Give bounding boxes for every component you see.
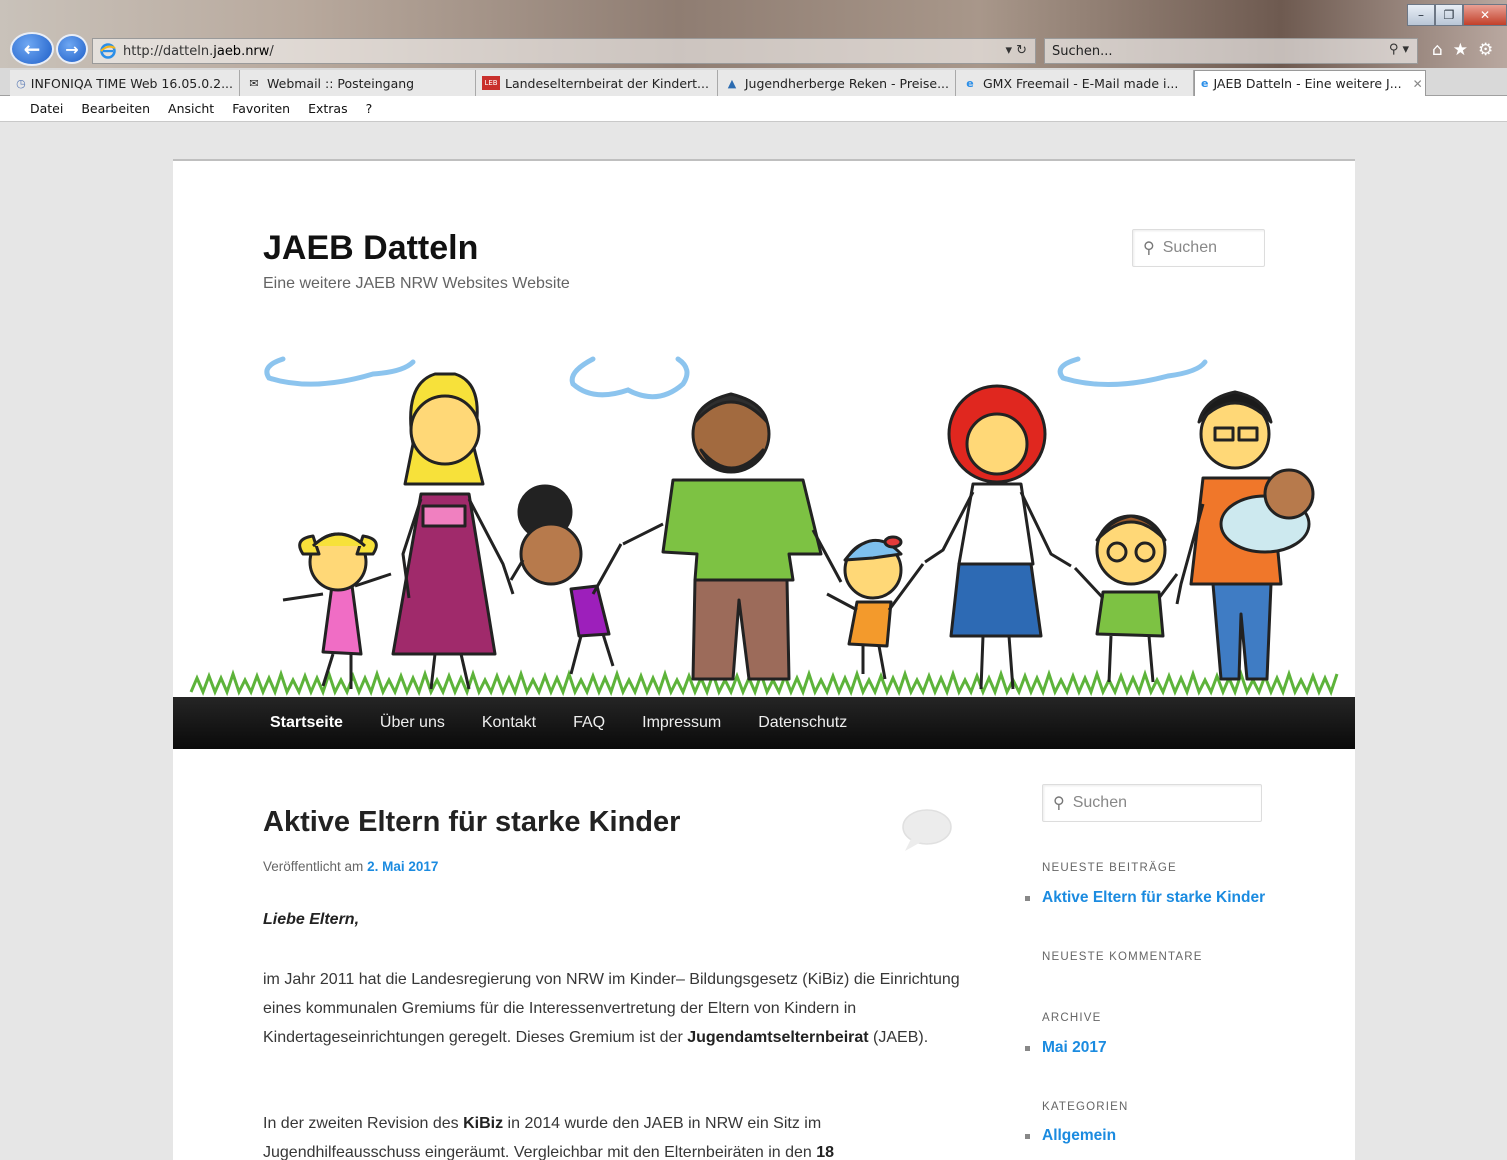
illustration-boy-cap [826,535,925,680]
refresh-icon[interactable]: ▾ ↻ [1005,43,1027,58]
post-date-link[interactable]: 2. Mai 2017 [367,859,438,874]
site-title[interactable]: JAEB Datteln [263,229,478,268]
menu-bar: Datei Bearbeiten Ansicht Favoriten Extra… [0,96,1507,122]
tab-jaeb-datteln[interactable]: e JAEB Datteln - Eine weitere J... ✕ [1194,70,1426,96]
comment-bubble-icon[interactable] [901,807,953,853]
search-icon: ⚲ [1143,240,1155,257]
widget-title-recent-posts: NEUESTE BEITRÄGE [1042,862,1177,874]
cloud-decoration [264,356,1208,400]
widget-title-categories: KATEGORIEN [1042,1101,1129,1113]
illustration-man-green [622,392,843,681]
mail-icon: ✉ [249,76,259,90]
ie-icon [100,43,116,59]
ie-icon: e [1201,77,1209,90]
nav-faq[interactable]: FAQ [573,714,605,732]
header-search-input[interactable]: ⚲ Suchen [1132,229,1265,267]
gear-icon[interactable]: ⚙ [1478,40,1493,60]
forward-button[interactable]: → [56,34,88,64]
menu-favoriten[interactable]: Favoriten [232,101,290,116]
close-tab-icon[interactable]: ✕ [1413,77,1423,91]
window-controls: – ❐ ✕ [1407,4,1507,26]
category-link[interactable]: Allgemein [1025,1127,1116,1145]
minimize-button[interactable]: – [1407,4,1435,26]
tab-landeselternbeirat[interactable]: LEB Landeselternbeirat der Kindert... [476,70,718,96]
url-text: http://datteln.jaeb.nrw/ [123,43,274,59]
illustration-girl-pink [282,532,392,689]
menu-ansicht[interactable]: Ansicht [168,101,214,116]
sidebar-search-input[interactable]: ⚲ Suchen [1042,784,1262,822]
address-bar[interactable]: http://datteln.jaeb.nrw/ ▾ ↻ [92,38,1036,64]
home-icon[interactable]: ⌂ [1432,40,1443,60]
search-icon: ⚲ [1053,795,1065,812]
illustration-woman-redhair [924,384,1072,690]
browser-search-input[interactable]: Suchen... ⚲ ▾ [1044,38,1418,64]
illustration-woman-blonde [391,372,515,690]
tab-webmail[interactable]: ✉ Webmail :: Posteingang [240,70,476,96]
recent-post-link[interactable]: Aktive Eltern für starke Kinder [1025,889,1265,907]
post-title[interactable]: Aktive Eltern für starke Kinder [263,806,680,839]
browser-search-placeholder: Suchen... [1052,43,1113,59]
arrow-right-icon: → [65,39,79,59]
nav-kontakt[interactable]: Kontakt [482,714,536,732]
illustration-man-baby [1175,390,1315,681]
archive-link[interactable]: Mai 2017 [1025,1039,1107,1057]
menu-bearbeiten[interactable]: Bearbeiten [81,101,150,116]
lebk-icon: LEB [482,76,500,90]
tab-infoniqa[interactable]: ◷ INFONIQA TIME Web 16.05.0.2... [10,70,240,96]
site-description: Eine weitere JAEB NRW Websites Website [263,275,570,292]
back-button[interactable]: ← [10,32,54,66]
tab-gmx[interactable]: e GMX Freemail - E-Mail made i... [956,70,1194,96]
illustration-boy-glasses [1073,514,1179,683]
close-window-button[interactable]: ✕ [1463,4,1507,26]
post-meta: Veröffentlicht am 2. Mai 2017 [263,859,439,874]
illustration-girl-purple [509,484,623,675]
menu-help[interactable]: ? [366,101,373,116]
browser-toolbar-icons: ⌂ ★ ⚙ [1432,40,1493,60]
tabs: ◷ INFONIQA TIME Web 16.05.0.2... ✉ Webma… [10,70,1426,96]
star-icon[interactable]: ★ [1453,40,1468,60]
main-navigation: Startseite Über uns Kontakt FAQ Impressu… [173,697,1355,749]
post-paragraph: im Jahr 2011 hat die Landesregierung von… [263,971,960,1046]
bullet-icon [1025,895,1030,901]
post-paragraph: In der zweiten Revision des KiBiz in 201… [263,1115,835,1160]
arrow-left-icon: ← [23,37,41,61]
tab-jugendherberge[interactable]: ▲ Jugendherberge Reken - Preise... [718,70,956,96]
hostel-icon: ▲ [727,76,737,90]
nav-datenschutz[interactable]: Datenschutz [758,714,847,732]
menu-datei[interactable]: Datei [30,101,63,116]
nav-ueber-uns[interactable]: Über uns [380,714,445,732]
header-image[interactable] [173,354,1355,699]
clock-icon: ◷ [16,76,26,90]
nav-startseite[interactable]: Startseite [270,714,343,732]
maximize-button[interactable]: ❐ [1435,4,1463,26]
widget-title-recent-comments: NEUESTE KOMMENTARE [1042,951,1203,963]
nav-impressum[interactable]: Impressum [642,714,721,732]
menu-extras[interactable]: Extras [308,101,348,116]
ie-icon: e [966,76,974,90]
post-greeting: Liebe Eltern, [263,911,360,928]
widget-title-archives: ARCHIVE [1042,1012,1102,1024]
search-icon[interactable]: ⚲ ▾ [1389,42,1409,57]
bullet-icon [1025,1133,1030,1139]
page: JAEB Datteln Eine weitere JAEB NRW Websi… [173,159,1355,1160]
bullet-icon [1025,1045,1030,1051]
